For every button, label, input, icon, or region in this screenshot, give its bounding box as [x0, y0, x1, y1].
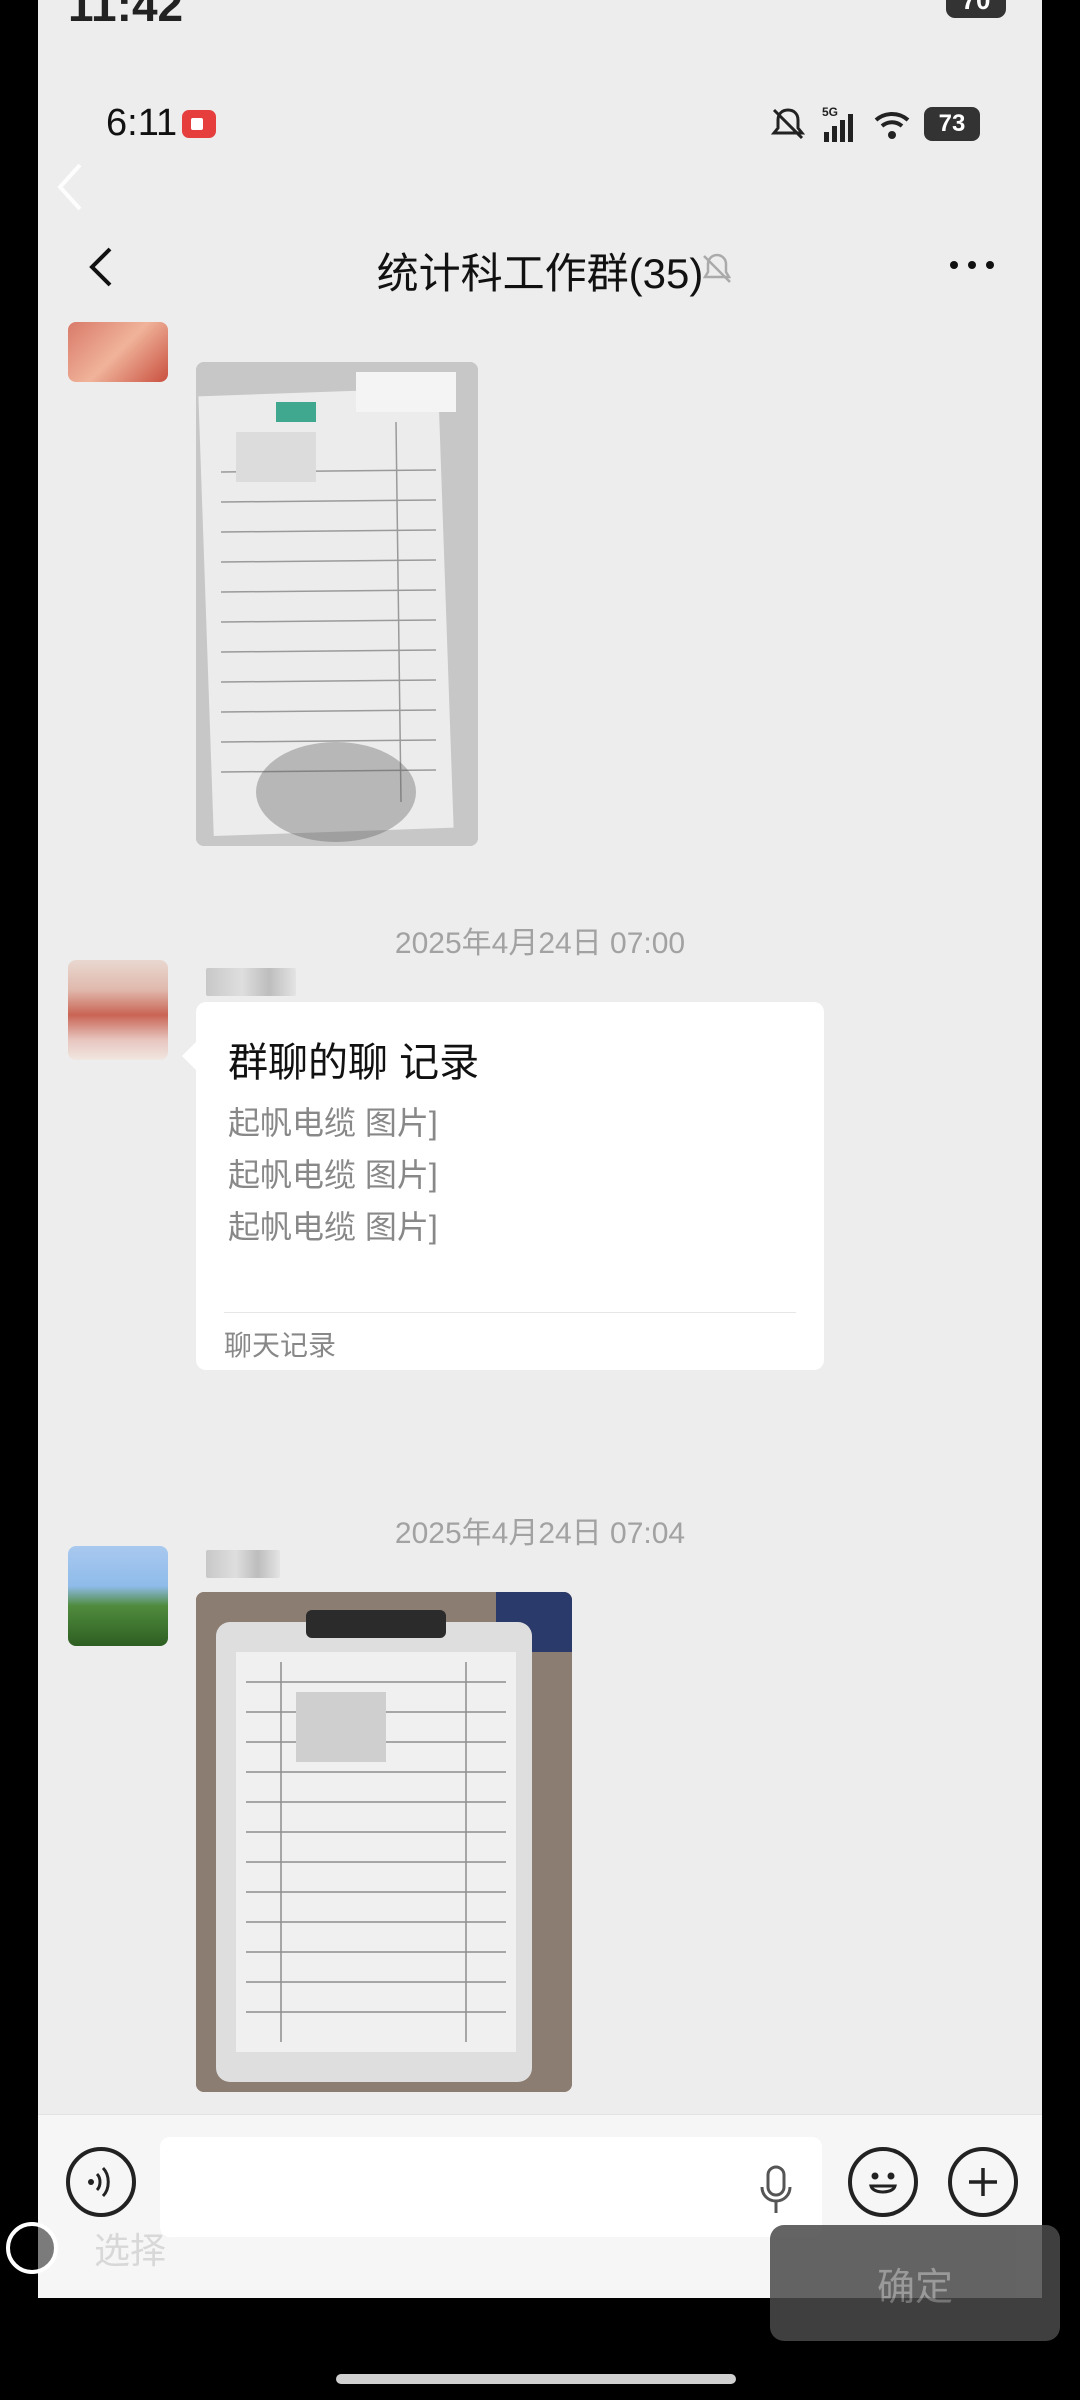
chat-record-line: 起帆电缆 图片]: [228, 1157, 438, 1193]
image-message[interactable]: [196, 362, 478, 846]
status-bar: 6:11 5G 73: [38, 62, 1042, 192]
select-radio[interactable]: [6, 2222, 58, 2274]
outer-status-time: 11:42: [68, 0, 184, 31]
mute-icon: [702, 253, 732, 283]
avatar[interactable]: [68, 960, 168, 1060]
status-time: 6:11: [106, 102, 178, 144]
chat-title: 统计科工作群(35): [376, 250, 704, 297]
outer-home-indicator: [336, 2374, 736, 2384]
message-input[interactable]: [160, 2137, 822, 2237]
avatar[interactable]: [68, 322, 168, 382]
wifi-icon: [874, 112, 910, 139]
mic-icon[interactable]: [754, 2163, 798, 2217]
outer-battery-icon: 70: [946, 0, 1006, 18]
more-icon[interactable]: [942, 240, 1002, 290]
image-message[interactable]: [196, 1592, 572, 2092]
message-list[interactable]: 2025年4月24日 07:00 群聊的聊 记录 起帆电缆 图片] 起帆电缆 图…: [38, 322, 1042, 2182]
confirm-button[interactable]: 确定: [770, 2225, 1060, 2341]
mute-bell-status-icon: [770, 108, 806, 140]
clipboard-document-photo: [196, 1592, 572, 2092]
chat-record-line: 起帆电缆 图片]: [228, 1105, 438, 1141]
edge-back-gesture-icon: [57, 163, 82, 211]
battery-icon: 73: [924, 107, 980, 141]
more-actions-button[interactable]: [948, 2147, 1018, 2217]
emoji-icon: [869, 2172, 897, 2194]
voice-icon: [88, 2166, 110, 2198]
phone-screen: 6:11 5G 73 统计科工作群(35) 2025年4月24日 07:00 群…: [38, 62, 1042, 2298]
select-label: 选择: [94, 2230, 167, 2271]
divider: [224, 1312, 796, 1313]
message-timestamp: 2025年4月24日 07:00: [394, 927, 686, 960]
sender-name-redacted: [206, 1550, 280, 1578]
chat-record-footer: 聊天记录: [224, 1330, 337, 1361]
voice-input-button[interactable]: [66, 2147, 136, 2217]
network-type-label: 5G: [822, 105, 838, 119]
outer-status-icons: 70: [946, 0, 1006, 18]
message-timestamp: 2025年4月24日 07:04: [394, 1517, 686, 1550]
sender-name-redacted: [206, 968, 296, 996]
chat-header: 统计科工作群(35): [38, 212, 1042, 322]
signal-icon: 5G: [822, 105, 853, 142]
chat-record-card[interactable]: 群聊的聊 记录 起帆电缆 图片] 起帆电缆 图片] 起帆电缆 图片] 聊天记录: [182, 1002, 824, 1370]
chat-record-title: 群聊的聊 记录: [228, 1041, 480, 1085]
outer-status-bar: 11:42 70: [38, 0, 1042, 62]
chat-record-line: 起帆电缆 图片]: [228, 1209, 438, 1245]
document-photo: [196, 362, 478, 846]
emoji-button[interactable]: [848, 2147, 918, 2217]
screen-record-icon: [182, 110, 216, 138]
status-icons: 5G 73: [768, 104, 980, 144]
avatar[interactable]: [68, 1546, 168, 1646]
plus-icon: [969, 2168, 997, 2196]
